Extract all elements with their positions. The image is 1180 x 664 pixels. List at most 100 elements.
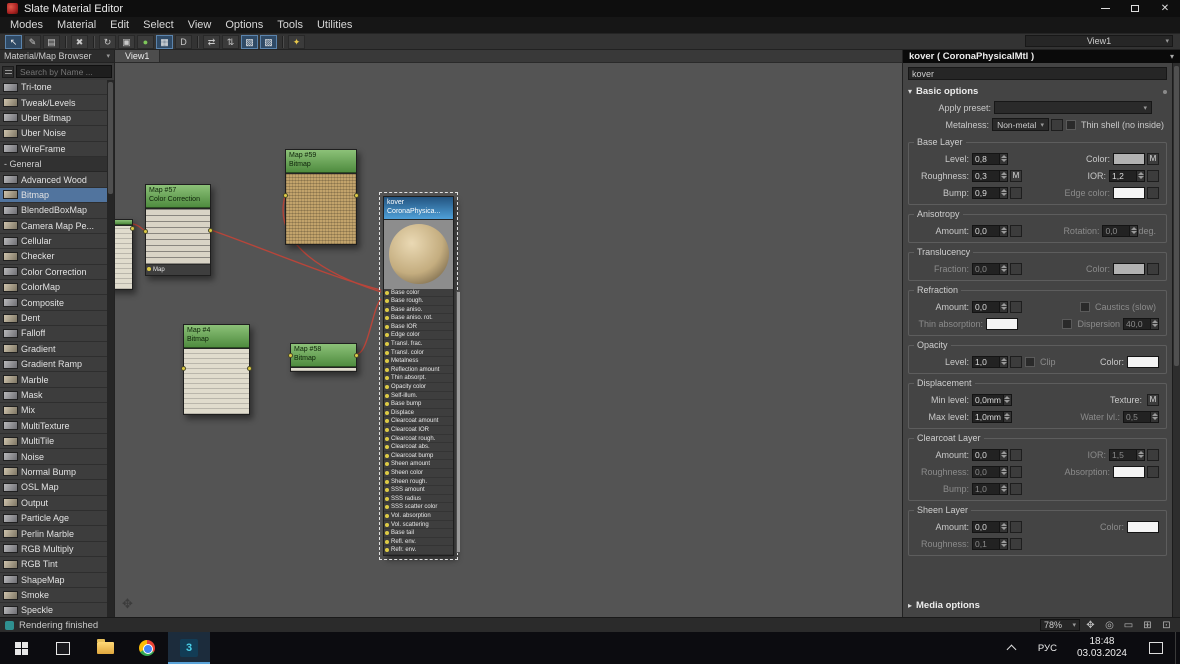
browser-item[interactable]: Output bbox=[0, 496, 107, 511]
browser-item[interactable]: ColorMap bbox=[0, 280, 107, 295]
spinner-arrows-icon[interactable] bbox=[999, 170, 1008, 182]
node-slot[interactable]: Base aniso. bbox=[384, 306, 453, 315]
zoom-extents-button[interactable]: ⊞ bbox=[1139, 619, 1156, 632]
node-slot[interactable]: Self-illum. bbox=[384, 392, 453, 401]
browser-item[interactable]: Uber Bitmap bbox=[0, 111, 107, 126]
node-slot[interactable]: Reflection amount bbox=[384, 366, 453, 375]
node-slot[interactable]: Metalness bbox=[384, 357, 453, 366]
spinner-arrows-icon[interactable] bbox=[999, 466, 1008, 478]
clip-checkbox[interactable] bbox=[1025, 357, 1035, 367]
hide-unused-nodeslots-button[interactable]: ⇄ bbox=[203, 35, 220, 49]
taskbar-clock[interactable]: 18:48 03.03.2024 bbox=[1067, 636, 1137, 661]
browser-item[interactable]: Smoke bbox=[0, 588, 107, 603]
opacity-level-spinner[interactable]: 1,0 bbox=[972, 356, 1008, 368]
browser-item[interactable]: Tweak/Levels bbox=[0, 95, 107, 110]
sheen-color-swatch[interactable] bbox=[1127, 521, 1159, 533]
material-header-bar[interactable]: kover ( CoronaPhysicalMtl ) ▾ bbox=[903, 50, 1180, 63]
node-slot[interactable]: Displace bbox=[384, 409, 453, 418]
node-map58[interactable]: Map #58 Bitmap bbox=[290, 343, 357, 372]
general-section-header[interactable]: - General bbox=[0, 157, 107, 172]
sheen-roughness-map-button[interactable] bbox=[1010, 538, 1022, 550]
node-slot[interactable]: Base color bbox=[384, 289, 453, 298]
node-slot[interactable]: Thin absorpt. bbox=[384, 374, 453, 383]
fraction-map-button[interactable] bbox=[1010, 263, 1022, 275]
basic-options-rollout[interactable]: ▾ Basic options bbox=[903, 82, 1172, 99]
browser-item[interactable]: Mask bbox=[0, 388, 107, 403]
node-slot[interactable]: Clearcoat IOR bbox=[384, 426, 453, 435]
displacement-texture-button[interactable]: M bbox=[1147, 394, 1159, 406]
dispersion-checkbox[interactable] bbox=[1062, 319, 1072, 329]
clearcoat-ior-map-button[interactable] bbox=[1147, 449, 1159, 461]
opacity-map-button[interactable] bbox=[1010, 356, 1022, 368]
output-socket-icon[interactable] bbox=[208, 228, 213, 233]
spinner-arrows-icon[interactable] bbox=[1003, 394, 1012, 406]
browser-item[interactable]: Dent bbox=[0, 311, 107, 326]
node-slot[interactable]: Vol. absorption bbox=[384, 512, 453, 521]
output-socket-icon[interactable] bbox=[354, 353, 359, 358]
minimize-button[interactable] bbox=[1090, 0, 1120, 17]
menu-item[interactable]: Options bbox=[218, 19, 270, 31]
browser-item[interactable]: OSL Map bbox=[0, 480, 107, 495]
scrollbar-thumb[interactable] bbox=[1174, 66, 1179, 366]
browser-item[interactable]: Cellular bbox=[0, 234, 107, 249]
rotation-spinner[interactable]: 0,0 bbox=[1102, 225, 1138, 237]
auto-update-previews-button[interactable]: ▣ bbox=[118, 35, 135, 49]
browser-item[interactable]: Color Correction bbox=[0, 265, 107, 280]
node-partial[interactable] bbox=[115, 219, 133, 290]
bump-map-button[interactable] bbox=[1010, 187, 1022, 199]
apply-preset-dropdown[interactable]: ▾ bbox=[994, 101, 1152, 114]
ior-spinner[interactable]: 1,2 bbox=[1109, 170, 1145, 182]
anisotropy-amount-spinner[interactable]: 0,0 bbox=[972, 225, 1008, 237]
browser-header[interactable]: Material/Map Browser ▾ bbox=[0, 50, 114, 63]
dispersion-spinner[interactable]: 40,0 bbox=[1123, 318, 1159, 330]
move-children-button[interactable]: ⇅ bbox=[222, 35, 239, 49]
browser-item[interactable]: Falloff bbox=[0, 326, 107, 341]
file-explorer-button[interactable] bbox=[84, 632, 126, 664]
search-input[interactable] bbox=[16, 65, 112, 78]
browser-item[interactable]: Camera Map Pe... bbox=[0, 219, 107, 234]
spinner-arrows-icon[interactable] bbox=[999, 538, 1008, 550]
clearcoat-bump-map-button[interactable] bbox=[1010, 483, 1022, 495]
node-slot[interactable]: Clearcoat bump bbox=[384, 452, 453, 461]
browser-item[interactable]: RGB Multiply bbox=[0, 542, 107, 557]
browser-item[interactable]: Gradient bbox=[0, 342, 107, 357]
browser-item[interactable]: RGB Tint bbox=[0, 557, 107, 572]
sheen-roughness-spinner[interactable]: 0,1 bbox=[972, 538, 1008, 550]
sheen-amount-spinner[interactable]: 0,0 bbox=[972, 521, 1008, 533]
3dsmax-button[interactable]: 3 bbox=[168, 632, 210, 664]
spinner-arrows-icon[interactable] bbox=[999, 225, 1008, 237]
browser-item[interactable]: Bitmap bbox=[0, 188, 107, 203]
refraction-map-button[interactable] bbox=[1010, 301, 1022, 313]
browser-item[interactable]: Perlin Marble bbox=[0, 526, 107, 541]
show-background-button[interactable]: ▦ bbox=[156, 35, 173, 49]
node-slot[interactable]: Edge color bbox=[384, 331, 453, 340]
menu-item[interactable]: Select bbox=[136, 19, 181, 31]
node-slot[interactable]: Clearcoat rough. bbox=[384, 435, 453, 444]
clearcoat-amount-map-button[interactable] bbox=[1010, 449, 1022, 461]
menu-item[interactable]: View bbox=[181, 19, 219, 31]
output-socket-icon[interactable] bbox=[354, 193, 359, 198]
level-spinner[interactable]: 0,8 bbox=[972, 153, 1008, 165]
spinner-arrows-icon[interactable] bbox=[1150, 318, 1159, 330]
action-center-icon[interactable] bbox=[1149, 642, 1163, 654]
node-header[interactable]: Map #58 Bitmap bbox=[291, 344, 356, 367]
material-id-channel-button[interactable]: D bbox=[175, 35, 192, 49]
clearcoat-ior-spinner[interactable]: 1,5 bbox=[1109, 449, 1145, 461]
menu-item[interactable]: Tools bbox=[270, 19, 310, 31]
view-selector-dropdown[interactable]: View1 ▾ bbox=[1025, 35, 1173, 47]
node-slot[interactable]: Transl. frac. bbox=[384, 340, 453, 349]
node-slot[interactable]: Base rough. bbox=[384, 297, 453, 306]
thin-absorption-swatch[interactable] bbox=[986, 318, 1018, 330]
clearcoat-absorption-swatch[interactable] bbox=[1113, 466, 1145, 478]
node-slot[interactable]: Base aniso. rot. bbox=[384, 314, 453, 323]
zoom-region-button[interactable]: ▭ bbox=[1120, 619, 1137, 632]
input-socket-icon[interactable] bbox=[181, 366, 186, 371]
params-scrollbar[interactable] bbox=[1172, 63, 1180, 617]
metalness-map-button[interactable] bbox=[1051, 119, 1063, 131]
node-header[interactable]: kover CoronaPhysica... bbox=[384, 197, 453, 219]
spinner-arrows-icon[interactable] bbox=[999, 301, 1008, 313]
spinner-arrows-icon[interactable] bbox=[1136, 170, 1145, 182]
put-to-library-button[interactable]: ▤ bbox=[43, 35, 60, 49]
browser-item[interactable]: Noise bbox=[0, 449, 107, 464]
browser-item[interactable]: Particle Age bbox=[0, 511, 107, 526]
